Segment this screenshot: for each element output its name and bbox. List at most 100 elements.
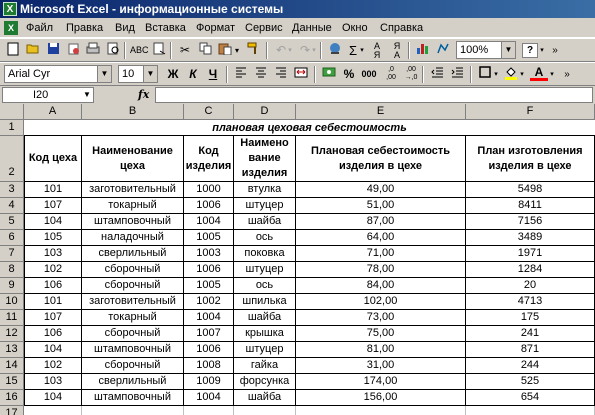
- table-cell[interactable]: наладочный: [82, 230, 184, 246]
- row-header[interactable]: 3: [0, 182, 24, 198]
- font-size-select[interactable]: 10 ▼: [118, 65, 158, 83]
- spelling-icon[interactable]: ABC: [130, 42, 149, 59]
- table-cell[interactable]: заготовительный: [82, 182, 184, 198]
- column-heading-cell[interactable]: Наимено вание изделия: [234, 136, 296, 182]
- currency-icon[interactable]: [320, 66, 338, 83]
- row-header[interactable]: 10: [0, 294, 24, 310]
- table-cell[interactable]: 73,00: [296, 310, 466, 326]
- font-name-select[interactable]: Arial Cyr ▼: [4, 65, 112, 83]
- table-cell[interactable]: 1008: [184, 358, 234, 374]
- table-cell[interactable]: сборочный: [82, 262, 184, 278]
- empty-cell[interactable]: [234, 406, 296, 415]
- table-cell[interactable]: 654: [466, 390, 595, 406]
- row-header[interactable]: 16: [0, 390, 24, 406]
- table-cell[interactable]: 1005: [184, 278, 234, 294]
- increase-decimal-icon[interactable]: ,0,00: [382, 66, 400, 83]
- table-cell[interactable]: 84,00: [296, 278, 466, 294]
- column-heading-cell[interactable]: План изготовления изделия в цехе: [466, 136, 595, 182]
- hyperlink-icon[interactable]: [326, 42, 344, 59]
- row-header[interactable]: 8: [0, 262, 24, 278]
- table-cell[interactable]: 101: [24, 182, 82, 198]
- table-cell[interactable]: 175: [466, 310, 595, 326]
- table-cell[interactable]: сборочный: [82, 358, 184, 374]
- table-cell[interactable]: 31,00: [296, 358, 466, 374]
- row-header[interactable]: 13: [0, 342, 24, 358]
- table-cell[interactable]: штуцер: [234, 262, 296, 278]
- column-heading-cell[interactable]: Плановая себестоимость изделия в цехе: [296, 136, 466, 182]
- table-cell[interactable]: сборочный: [82, 326, 184, 342]
- table-cell[interactable]: 1006: [184, 198, 234, 214]
- menu-format[interactable]: Формат: [196, 22, 235, 34]
- decrease-decimal-icon[interactable]: ,00 →,0: [402, 66, 420, 83]
- sheet-title[interactable]: плановая цеховая себестоимость: [24, 120, 595, 136]
- table-cell[interactable]: 1003: [184, 246, 234, 262]
- table-cell[interactable]: штуцер: [234, 342, 296, 358]
- table-cell[interactable]: 49,00: [296, 182, 466, 198]
- row-header[interactable]: 14: [0, 358, 24, 374]
- table-cell[interactable]: 1002: [184, 294, 234, 310]
- row-header[interactable]: 7: [0, 246, 24, 262]
- table-cell[interactable]: 1006: [184, 342, 234, 358]
- table-cell[interactable]: 87,00: [296, 214, 466, 230]
- menu-tools[interactable]: Сервис: [245, 22, 283, 34]
- row-header[interactable]: 15: [0, 374, 24, 390]
- copy-icon[interactable]: [196, 42, 214, 59]
- toolbar-options-icon[interactable]: »: [548, 42, 562, 59]
- table-cell[interactable]: 101: [24, 294, 82, 310]
- name-box[interactable]: I20 ▼: [2, 87, 94, 103]
- row-header[interactable]: 4: [0, 198, 24, 214]
- align-left-icon[interactable]: [232, 66, 250, 83]
- column-header[interactable]: C: [184, 104, 234, 120]
- menu-insert[interactable]: Вставка: [145, 22, 186, 34]
- table-cell[interactable]: 103: [24, 374, 82, 390]
- table-cell[interactable]: 105: [24, 230, 82, 246]
- row-header[interactable]: 1: [0, 120, 24, 136]
- table-cell[interactable]: ось: [234, 230, 296, 246]
- redo-dropdown-icon[interactable]: ▾: [310, 42, 318, 59]
- table-cell[interactable]: 104: [24, 390, 82, 406]
- table-cell[interactable]: 78,00: [296, 262, 466, 278]
- table-cell[interactable]: 1971: [466, 246, 595, 262]
- table-cell[interactable]: 51,00: [296, 198, 466, 214]
- drawing-icon[interactable]: [434, 42, 452, 59]
- italic-button[interactable]: К: [184, 66, 202, 83]
- autosum-dropdown-icon[interactable]: ▾: [358, 42, 366, 59]
- empty-cell[interactable]: [24, 406, 82, 415]
- table-cell[interactable]: 525: [466, 374, 595, 390]
- chevron-down-icon[interactable]: ▼: [81, 88, 93, 102]
- table-cell[interactable]: 1004: [184, 310, 234, 326]
- row-header[interactable]: 11: [0, 310, 24, 326]
- table-cell[interactable]: заготовительный: [82, 294, 184, 310]
- permission-icon[interactable]: [64, 42, 82, 59]
- table-cell[interactable]: 241: [466, 326, 595, 342]
- table-cell[interactable]: 3489: [466, 230, 595, 246]
- table-cell[interactable]: 156,00: [296, 390, 466, 406]
- chevron-down-icon[interactable]: ▼: [143, 66, 157, 82]
- menu-file[interactable]: Файл: [26, 22, 53, 34]
- table-cell[interactable]: 1005: [184, 230, 234, 246]
- format-painter-icon[interactable]: [244, 42, 262, 59]
- percent-style-button[interactable]: %: [340, 66, 358, 83]
- table-cell[interactable]: 107: [24, 310, 82, 326]
- sort-descending-icon[interactable]: ЯА: [388, 42, 406, 60]
- new-document-icon[interactable]: [4, 42, 22, 59]
- fill-color-dropdown-icon[interactable]: ▾: [518, 66, 526, 83]
- help-icon[interactable]: ?: [522, 43, 538, 58]
- empty-cell[interactable]: [184, 406, 234, 415]
- cut-icon[interactable]: ✂: [176, 42, 194, 59]
- table-cell[interactable]: токарный: [82, 198, 184, 214]
- row-header[interactable]: 6: [0, 230, 24, 246]
- table-cell[interactable]: 20: [466, 278, 595, 294]
- column-heading-cell[interactable]: Код изделия: [184, 136, 234, 182]
- bold-button[interactable]: Ж: [164, 66, 182, 83]
- table-cell[interactable]: крышка: [234, 326, 296, 342]
- menu-edit[interactable]: Правка: [66, 22, 103, 34]
- column-heading-cell[interactable]: Код цеха: [24, 136, 82, 182]
- table-cell[interactable]: 1284: [466, 262, 595, 278]
- menu-help[interactable]: Справка: [380, 22, 423, 34]
- decrease-indent-icon[interactable]: [428, 66, 446, 83]
- table-cell[interactable]: штуцер: [234, 198, 296, 214]
- select-all-button[interactable]: [0, 104, 24, 120]
- table-cell[interactable]: шайба: [234, 310, 296, 326]
- table-cell[interactable]: шпилька: [234, 294, 296, 310]
